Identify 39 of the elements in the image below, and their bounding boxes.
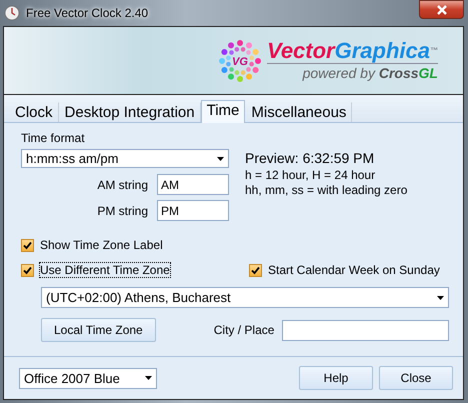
input-field[interactable]: PM bbox=[157, 200, 229, 221]
tagline: powered by CrossGL bbox=[302, 64, 438, 82]
input-field[interactable]: AM bbox=[157, 174, 229, 195]
dialog-button[interactable]: Help bbox=[299, 366, 373, 390]
field-label: AM string bbox=[97, 178, 148, 192]
close-button[interactable] bbox=[419, 0, 464, 19]
field-label: Time format bbox=[21, 131, 86, 145]
logo-text: VG bbox=[232, 56, 248, 68]
caret-icon bbox=[145, 376, 152, 380]
window-title: Free Vector Clock 2.40 bbox=[26, 6, 148, 20]
time-format-dropdown[interactable]: h:mm:ss am/pm bbox=[21, 149, 229, 168]
field-label: City / Place bbox=[214, 323, 274, 337]
dot-ring-drawing bbox=[218, 40, 261, 82]
theme-dropdown[interactable]: Office 2007 Blue bbox=[19, 368, 157, 388]
brand-logo: VectorGraphica™ bbox=[266, 39, 438, 64]
clock-icon bbox=[4, 5, 20, 21]
tab[interactable]: Time bbox=[200, 100, 246, 123]
checkbox-label: Use Different Time Zone bbox=[39, 262, 171, 278]
local-time-zone-button[interactable]: Local Time Zone bbox=[41, 318, 156, 342]
field-label: PM string bbox=[97, 204, 148, 218]
hint-text: h = 12 hour, H = 24 hour bbox=[245, 168, 376, 182]
tab[interactable]: Miscellaneous bbox=[245, 102, 352, 122]
preview-text: Preview: 6:32:59 PM bbox=[245, 150, 376, 166]
city-field[interactable] bbox=[282, 320, 449, 340]
checkbox-label: Start Calendar Week on Sunday bbox=[267, 262, 441, 278]
checkbox[interactable] bbox=[249, 264, 262, 276]
checkbox[interactable] bbox=[21, 238, 34, 252]
checkbox-label: Show Time Zone Label bbox=[39, 237, 164, 253]
time-zone-dropdown[interactable]: (UTC+02:00) Athens, Bucharest bbox=[41, 287, 449, 308]
close-icon bbox=[436, 4, 448, 14]
caret-icon bbox=[437, 296, 444, 300]
check-icon bbox=[23, 240, 32, 250]
caret-icon bbox=[217, 156, 224, 160]
dialog-button[interactable]: Close bbox=[379, 366, 453, 390]
check-icon bbox=[23, 266, 32, 274]
checkbox[interactable] bbox=[21, 264, 34, 276]
tab[interactable]: Clock bbox=[9, 102, 59, 122]
hint-text: hh, mm, ss = with leading zero bbox=[245, 183, 408, 197]
check-icon bbox=[251, 266, 260, 274]
